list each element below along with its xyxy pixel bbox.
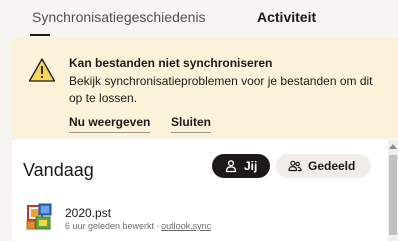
person-icon <box>225 160 237 173</box>
scrollbar-thumb[interactable] <box>389 155 397 235</box>
sync-error-banner: Kan bestanden niet synchroniseren Bekijk… <box>12 38 398 138</box>
file-name[interactable]: 2020.pst <box>65 206 111 221</box>
section-title: Vandaag <box>23 160 94 180</box>
file-meta: 6 uur geleden bewerkt · outlook.sync <box>65 221 211 232</box>
banner-message: Bekijk synchronisatieproblemen voor je b… <box>69 74 373 105</box>
tab-sync-history[interactable]: Synchronisatiegeschiedenis <box>32 8 206 26</box>
people-icon <box>288 160 302 172</box>
filter-me-button[interactable]: Jij <box>212 154 270 178</box>
warning-icon <box>28 58 56 82</box>
file-location-link[interactable]: outlook.sync <box>161 221 211 231</box>
filter-shared-label: Gedeeld <box>308 159 356 173</box>
banner-title: Kan bestanden niet synchroniseren <box>69 56 273 70</box>
filter-shared-button[interactable]: Gedeeld <box>276 154 371 178</box>
outlook-pst-file-icon[interactable] <box>26 203 54 231</box>
tab-activity[interactable]: Activiteit <box>257 8 316 26</box>
active-tab-indicator <box>30 34 50 36</box>
tab-bar: Synchronisatiegeschiedenis Activiteit <box>0 0 398 36</box>
scrollbar[interactable] <box>388 140 398 241</box>
activity-panel: Vandaag Jij Gedeeld 2020.pst 6 uur geled… <box>12 140 388 241</box>
close-link[interactable]: Sluiten <box>171 115 212 133</box>
file-edited-time: 6 uur geleden bewerkt <box>65 221 155 231</box>
view-now-link[interactable]: Nu weergeven <box>69 115 151 133</box>
scroll-up-arrow-icon[interactable] <box>389 144 397 149</box>
meta-separator: · <box>156 221 160 231</box>
filter-me-label: Jij <box>244 159 258 173</box>
